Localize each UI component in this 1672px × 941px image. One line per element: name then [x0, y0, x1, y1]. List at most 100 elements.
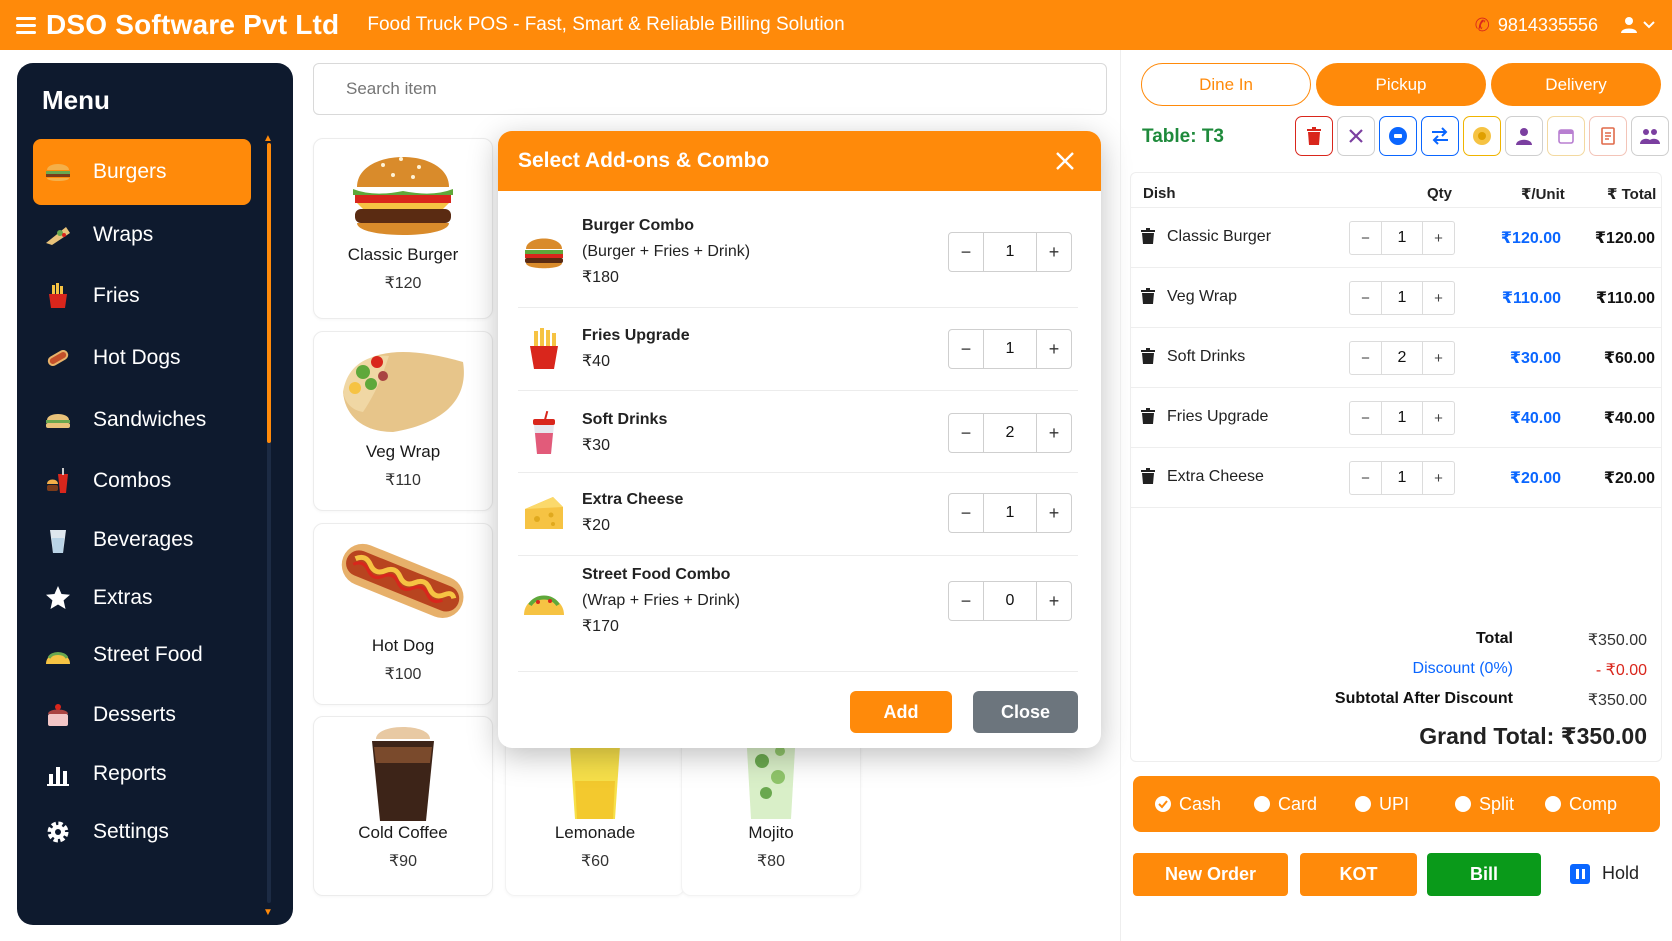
sidebar-item-fries[interactable]: Fries	[33, 263, 251, 329]
product-name: Veg Wrap	[365, 442, 441, 461]
new-order-button[interactable]: New Order	[1133, 853, 1288, 896]
close-icon[interactable]	[1049, 145, 1081, 177]
decrement-button[interactable]: −	[949, 414, 983, 452]
calendar-icon[interactable]	[1547, 116, 1585, 156]
increment-button[interactable]: +	[1423, 410, 1454, 427]
product-card-cold-coffee[interactable]: Cold Coffee ₹90	[313, 716, 493, 896]
close-button[interactable]: Close	[973, 691, 1078, 733]
trash-icon[interactable]	[1141, 228, 1155, 244]
quantity-value[interactable]: 0	[983, 582, 1037, 620]
product-card-classic-burger[interactable]: Classic Burger ₹120	[313, 138, 493, 319]
sidebar-item-settings[interactable]: Settings	[33, 799, 251, 865]
quantity-value[interactable]: 1	[983, 494, 1037, 532]
decrement-button[interactable]: −	[1350, 350, 1381, 367]
product-card-hot-dog[interactable]: Hot Dog ₹100	[313, 523, 493, 705]
sidebar-item-desserts[interactable]: Desserts	[33, 682, 251, 748]
addon-row-street-food-combo: Street Food Combo (Wrap + Fries + Drink)…	[518, 559, 1078, 643]
customer-icon[interactable]	[1505, 116, 1543, 156]
trash-icon[interactable]	[1141, 468, 1155, 484]
cancel-icon[interactable]	[1337, 116, 1375, 156]
radio-checked-icon[interactable]	[1155, 796, 1171, 812]
radio-icon[interactable]	[1254, 796, 1270, 812]
discount-label[interactable]: Discount (0%)	[1213, 660, 1513, 678]
decrement-button[interactable]: −	[1350, 470, 1381, 487]
product-card-veg-wrap[interactable]: Veg Wrap ₹110	[313, 331, 493, 511]
quantity-value[interactable]: 1	[1381, 462, 1423, 494]
top-bar: DSO Software Pvt Ltd Food Truck POS - Fa…	[0, 0, 1672, 50]
burger-icon	[43, 157, 73, 187]
decrement-button[interactable]: −	[949, 582, 983, 620]
decrement-button[interactable]: −	[1350, 410, 1381, 427]
hold-button[interactable]: Hold	[1570, 863, 1639, 884]
coin-icon[interactable]	[1463, 116, 1501, 156]
search-input[interactable]	[313, 63, 1107, 115]
trash-icon[interactable]	[1141, 348, 1155, 364]
sidebar-item-hot-dogs[interactable]: Hot Dogs	[33, 325, 251, 391]
radio-icon[interactable]	[1545, 796, 1561, 812]
payment-option-cash[interactable]: Cash	[1155, 794, 1221, 815]
payment-option-upi[interactable]: UPI	[1355, 794, 1409, 815]
trash-icon[interactable]	[1141, 288, 1155, 304]
dish-name: Extra Cheese	[1167, 468, 1264, 485]
scrollbar-thumb[interactable]	[267, 143, 271, 443]
increment-button[interactable]: +	[1037, 494, 1071, 532]
note-icon[interactable]	[1379, 116, 1417, 156]
receipt-icon[interactable]	[1589, 116, 1627, 156]
sidebar-item-burgers[interactable]: Burgers	[33, 139, 251, 205]
sidebar-item-street-food[interactable]: Street Food	[33, 622, 251, 688]
unit-price: ₹120.00	[1500, 230, 1561, 247]
payment-option-label: Comp	[1569, 793, 1618, 814]
quantity-value[interactable]: 1	[1381, 282, 1423, 314]
sidebar-item-beverages[interactable]: Beverages	[33, 507, 251, 573]
discount-value: - ₹0.00	[1595, 662, 1647, 679]
decrement-button[interactable]: −	[949, 330, 983, 368]
hamburger-menu-icon[interactable]	[16, 16, 36, 34]
quantity-stepper: − 2 +	[1349, 341, 1455, 375]
increment-button[interactable]: +	[1037, 330, 1071, 368]
quantity-value[interactable]: 1	[1381, 222, 1423, 254]
add-button[interactable]: Add	[850, 691, 952, 733]
burger-icon	[518, 226, 570, 278]
increment-button[interactable]: +	[1037, 233, 1071, 271]
payment-option-comp[interactable]: Comp	[1545, 794, 1617, 815]
quantity-value[interactable]: 2	[983, 414, 1037, 452]
panel-divider	[1120, 50, 1121, 941]
trash-icon[interactable]	[1141, 408, 1155, 424]
payment-option-card[interactable]: Card	[1254, 794, 1317, 815]
increment-button[interactable]: +	[1037, 414, 1071, 452]
sidebar-item-wraps[interactable]: Wraps	[33, 202, 251, 268]
increment-button[interactable]: +	[1037, 582, 1071, 620]
quantity-value[interactable]: 1	[983, 233, 1037, 271]
decrement-button[interactable]: −	[949, 494, 983, 532]
decrement-button[interactable]: −	[949, 233, 983, 271]
payment-option-split[interactable]: Split	[1455, 794, 1514, 815]
decrement-button[interactable]: −	[1350, 290, 1381, 307]
sidebar-item-sandwiches[interactable]: Sandwiches	[33, 387, 251, 453]
radio-icon[interactable]	[1455, 796, 1471, 812]
increment-button[interactable]: +	[1423, 290, 1454, 307]
addon-price: ₹20	[582, 517, 610, 534]
sidebar-scrollbar[interactable]	[267, 143, 271, 903]
quantity-value[interactable]: 1	[983, 330, 1037, 368]
user-menu-icon[interactable]	[1620, 16, 1656, 34]
delete-order-icon[interactable]	[1295, 116, 1333, 156]
kot-button[interactable]: KOT	[1300, 853, 1417, 896]
quantity-value[interactable]: 2	[1381, 342, 1423, 374]
bill-button[interactable]: Bill	[1427, 853, 1541, 896]
decrement-button[interactable]: −	[1350, 230, 1381, 247]
hotdog-icon	[43, 343, 73, 373]
tab-delivery[interactable]: Delivery	[1491, 63, 1661, 106]
quantity-value[interactable]: 1	[1381, 402, 1423, 434]
increment-button[interactable]: +	[1423, 470, 1454, 487]
transfer-icon[interactable]	[1421, 116, 1459, 156]
radio-icon[interactable]	[1355, 796, 1371, 812]
sidebar-item-reports[interactable]: Reports	[33, 741, 251, 807]
increment-button[interactable]: +	[1423, 230, 1454, 247]
increment-button[interactable]: +	[1423, 350, 1454, 367]
sidebar-item-combos[interactable]: Combos	[33, 448, 251, 514]
group-icon[interactable]	[1631, 116, 1669, 156]
scroll-down-arrow-icon[interactable]: ▼	[263, 907, 273, 918]
tab-dine-in[interactable]: Dine In	[1141, 63, 1311, 106]
line-total: ₹120.00	[1594, 230, 1655, 247]
tab-pickup[interactable]: Pickup	[1316, 63, 1486, 106]
